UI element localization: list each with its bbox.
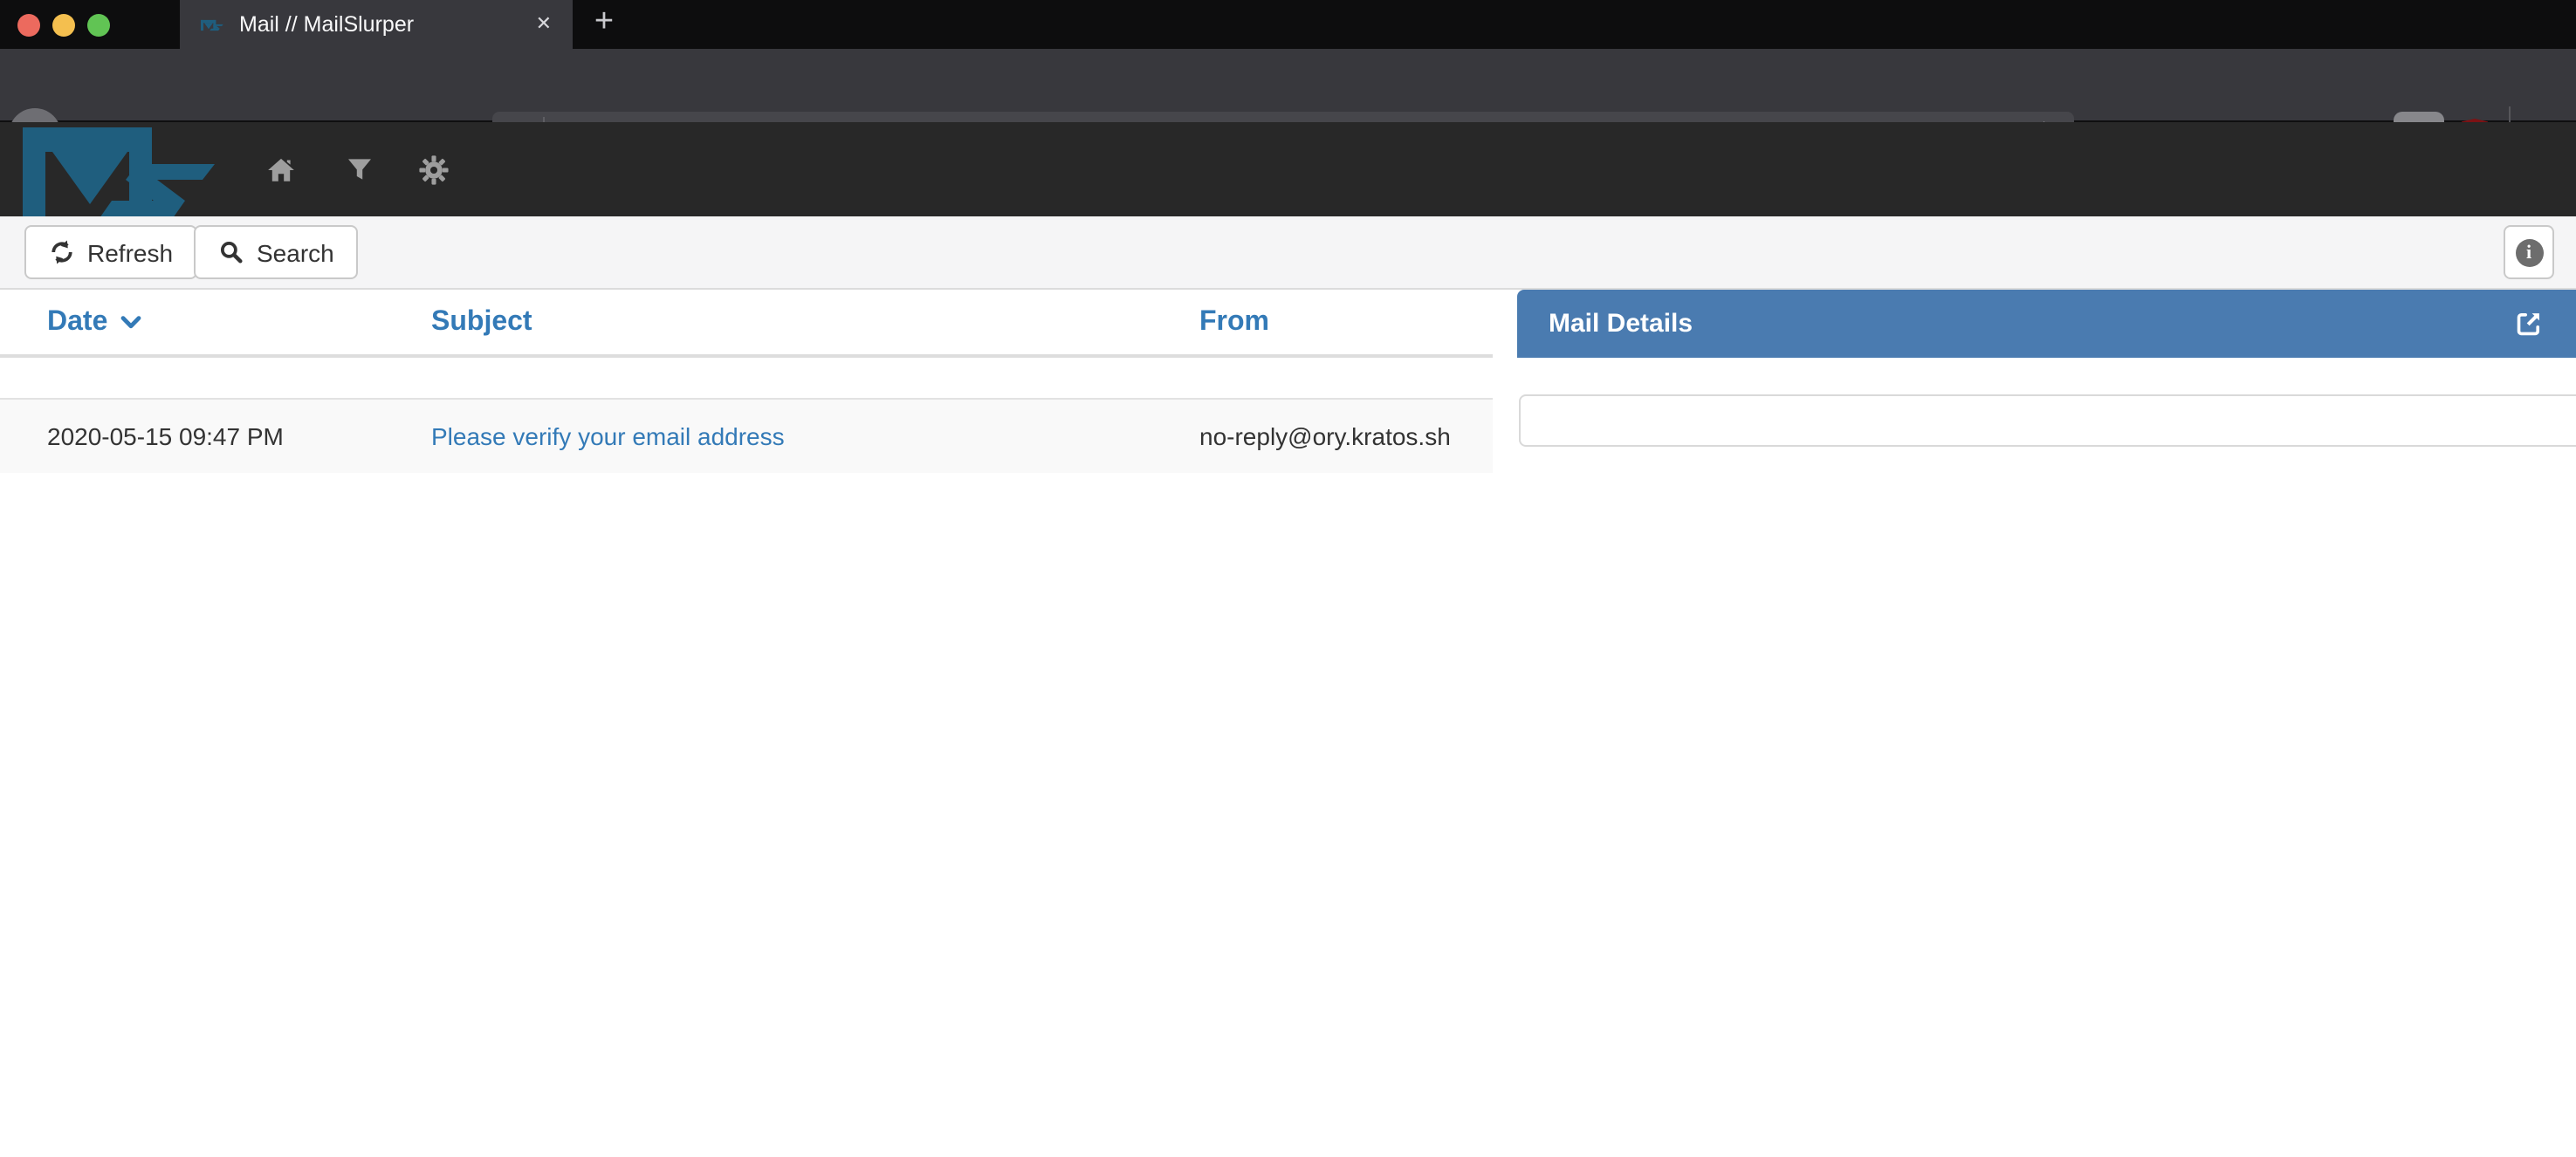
column-header-from[interactable]: From: [1199, 290, 1269, 354]
info-icon: i: [2515, 238, 2543, 266]
external-link-icon: [2514, 309, 2544, 339]
gear-icon: [418, 154, 448, 184]
refresh-button[interactable]: Refresh: [24, 225, 197, 279]
info-button[interactable]: i: [2504, 225, 2554, 279]
search-button[interactable]: Search: [194, 225, 359, 279]
window-zoom-button[interactable]: [87, 13, 110, 36]
tab-title: Mail // MailSlurper: [239, 12, 532, 37]
tab-close-icon[interactable]: ✕: [532, 0, 555, 49]
browser-navbar: 127.0.0.1:4436 ⋯ ☆: [0, 49, 2576, 122]
new-tab-button[interactable]: +: [588, 0, 620, 49]
table-header-border: [0, 354, 1493, 358]
mail-date: 2020-05-15 09:47 PM: [47, 400, 284, 473]
action-toolbar: Refresh Search i: [0, 216, 2576, 290]
search-icon: [218, 239, 244, 265]
column-header-date-label: Date: [47, 306, 107, 338]
filter-icon: [346, 155, 374, 183]
app-filter-button[interactable]: [339, 122, 381, 216]
mail-details-panel-header: Mail Details: [1517, 290, 2576, 358]
refresh-icon: [49, 239, 75, 265]
column-header-from-label: From: [1199, 306, 1269, 338]
column-header-subject-label: Subject: [431, 306, 532, 338]
window-close-button[interactable]: [17, 13, 40, 36]
app-settings-button[interactable]: [412, 122, 454, 216]
refresh-button-label: Refresh: [87, 238, 173, 266]
table-row[interactable]: 2020-05-15 09:47 PM Please verify your e…: [0, 400, 1493, 473]
app-home-button[interactable]: [260, 122, 302, 216]
column-header-date[interactable]: Date: [47, 290, 141, 354]
browser-tab-bar: Mail // MailSlurper ✕ +: [0, 0, 2576, 49]
mailslurper-logo: [23, 127, 216, 218]
mail-subject-link[interactable]: Please verify your email address: [431, 400, 785, 473]
browser-tab[interactable]: Mail // MailSlurper ✕: [180, 0, 573, 49]
mailslurper-favicon-icon: [201, 18, 223, 31]
app-home-icon: [265, 154, 297, 184]
screen: Mail // MailSlurper ✕ +: [0, 0, 2576, 1157]
search-button-label: Search: [257, 238, 334, 266]
open-in-new-window-button[interactable]: [2514, 309, 2544, 339]
mail-details-title: Mail Details: [1549, 290, 1693, 358]
mail-from: no-reply@ory.kratos.sh: [1199, 400, 1451, 473]
window-minimize-button[interactable]: [52, 13, 75, 36]
app-header: [0, 122, 2576, 216]
mail-details-body: [1519, 394, 2576, 447]
sort-desc-chevron-icon: [120, 315, 141, 329]
column-header-subject[interactable]: Subject: [431, 290, 532, 354]
